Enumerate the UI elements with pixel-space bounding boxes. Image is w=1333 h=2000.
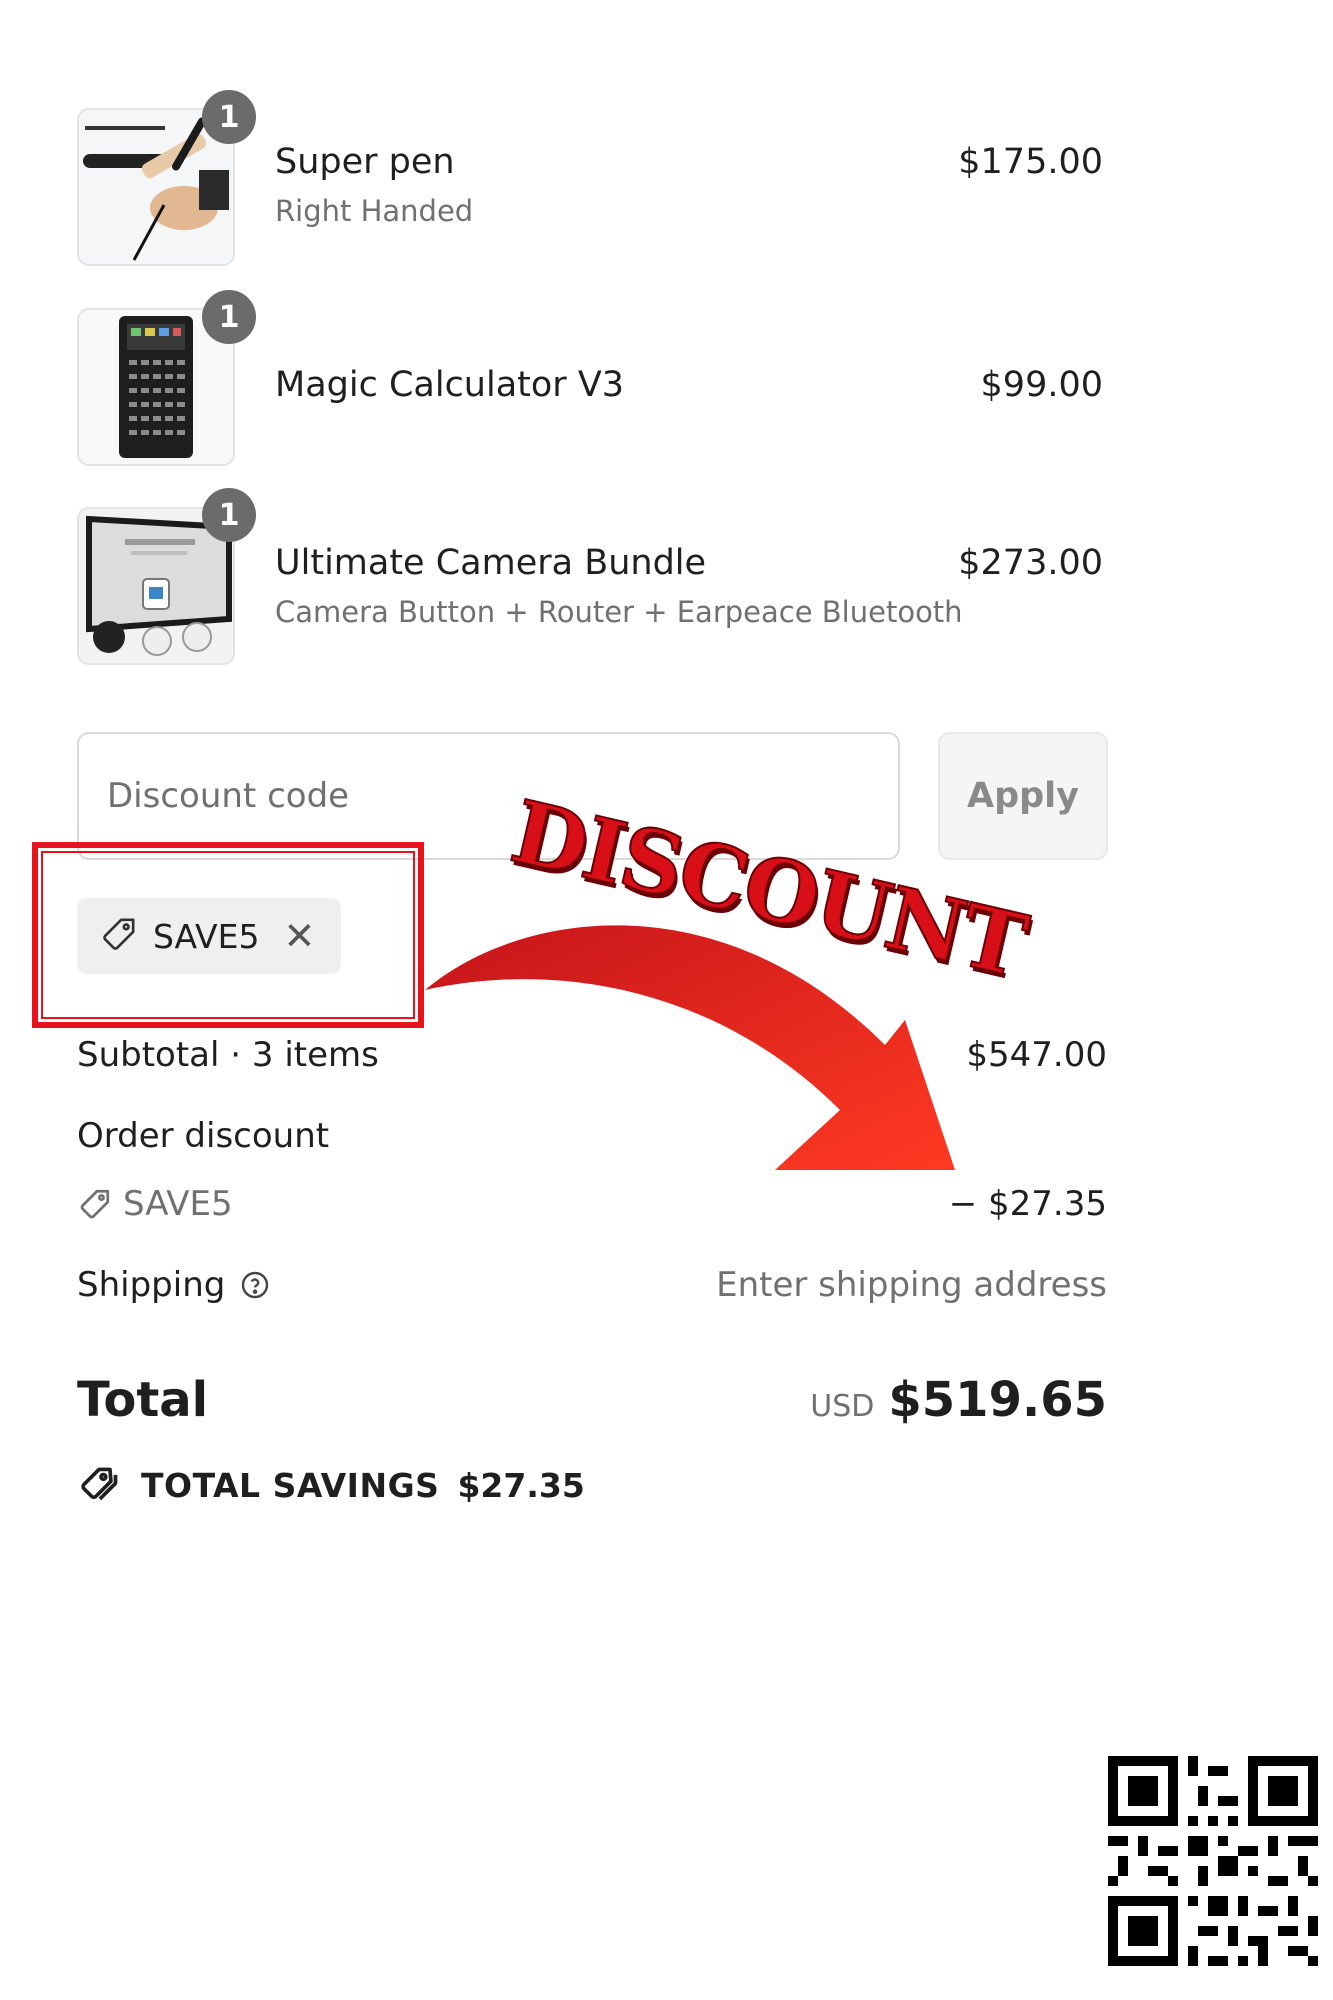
subtotal-value: $547.00 bbox=[966, 1035, 1107, 1075]
highlight-box bbox=[32, 842, 424, 1028]
total-amount: USD $519.65 bbox=[810, 1372, 1107, 1428]
product-price: $175.00 bbox=[958, 142, 1103, 182]
help-circle-icon[interactable] bbox=[239, 1269, 271, 1301]
apply-button[interactable]: Apply bbox=[938, 732, 1108, 860]
quantity-badge: 1 bbox=[202, 90, 256, 144]
product-variant: Right Handed bbox=[275, 194, 474, 228]
quantity-badge: 1 bbox=[202, 290, 256, 344]
total-savings-value: $27.35 bbox=[457, 1465, 585, 1505]
subtotal-label: Subtotal · 3 items bbox=[77, 1035, 379, 1075]
product-name: Super pen bbox=[275, 142, 455, 182]
product-name: Magic Calculator V3 bbox=[275, 365, 625, 405]
product-price: $273.00 bbox=[958, 543, 1103, 583]
order-discount-code: SAVE5 bbox=[123, 1184, 233, 1224]
total-label: Total bbox=[77, 1372, 209, 1428]
product-variant: Camera Button + Router + Earpeace Blueto… bbox=[275, 595, 963, 629]
order-discount-value: − $27.35 bbox=[948, 1184, 1107, 1224]
qr-code bbox=[1108, 1756, 1318, 1966]
shipping-value: Enter shipping address bbox=[716, 1265, 1107, 1305]
shipping-row: Shipping bbox=[77, 1265, 271, 1305]
total-value: $519.65 bbox=[888, 1372, 1107, 1428]
product-price: $99.00 bbox=[980, 365, 1103, 405]
currency-code: USD bbox=[810, 1389, 875, 1424]
order-discount-code-row: SAVE5 bbox=[77, 1184, 233, 1224]
total-savings-row: TOTAL SAVINGS $27.35 bbox=[77, 1463, 585, 1507]
order-discount-label: Order discount bbox=[77, 1116, 330, 1156]
tag-icon bbox=[77, 1186, 113, 1222]
shipping-label: Shipping bbox=[77, 1265, 226, 1305]
savings-tag-icon bbox=[77, 1463, 121, 1507]
total-savings-label: TOTAL SAVINGS bbox=[141, 1465, 440, 1505]
product-name: Ultimate Camera Bundle bbox=[275, 543, 707, 583]
quantity-badge: 1 bbox=[202, 488, 256, 542]
